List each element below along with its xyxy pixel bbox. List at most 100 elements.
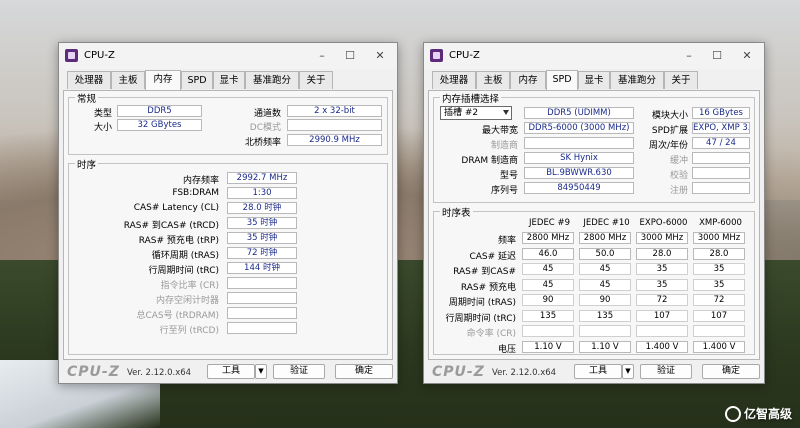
close-icon[interactable]: ✕ — [732, 48, 762, 64]
table-cell: 1.10 V — [522, 340, 574, 353]
cpuz-logo: CPU-Z — [432, 364, 485, 380]
table-cell: 28.0 — [693, 247, 745, 260]
timing-value: 144 时钟 — [227, 262, 297, 274]
manufacturer-value — [524, 137, 634, 149]
table-cell: 90 — [579, 294, 631, 306]
table-cell — [579, 325, 631, 337]
table-cell: 35 — [693, 278, 745, 291]
timing-table-group: 时序表 JEDEC #9 JEDEC #10 EXPO-6000 XMP-6000 频率… — [433, 205, 755, 355]
tools-button[interactable]: 工具 — [574, 364, 622, 379]
title-bar[interactable]: CPU-Z – ☐ ✕ — [424, 43, 764, 69]
slot-legend: 内存插槽选择 — [440, 91, 502, 105]
ok-button[interactable]: 确定 — [335, 364, 393, 379]
buffer-label: 缓冲 — [669, 156, 688, 166]
maximize-icon[interactable]: ☐ — [702, 48, 732, 64]
timing-label: RAS# 预充电 (tRP) — [138, 236, 219, 246]
tab-3[interactable]: SPD — [181, 71, 213, 89]
tab-1[interactable]: 主板 — [111, 71, 145, 89]
tab-5[interactable]: 基准跑分 — [610, 71, 664, 89]
timing-label: 行至列 (tRCD) — [159, 326, 219, 336]
tab-2[interactable]: 内存 — [145, 70, 181, 90]
tab-0[interactable]: 处理器 — [432, 71, 476, 89]
checksum-value — [692, 167, 750, 179]
table-cell: 2800 MHz — [579, 232, 631, 244]
table-cell: 45 — [579, 278, 631, 291]
footer: CPU-Z Ver. 2.12.0.x64 工具 ▼ 验证 确定 — [59, 361, 397, 383]
dram-mfr-value: SK Hynix — [524, 152, 634, 164]
tab-6[interactable]: 关于 — [299, 71, 333, 89]
timing-value — [227, 292, 297, 304]
slot-group: 内存插槽选择 插槽 #2 DDR5 (UDIMM) 模块大小 16 GBytes… — [433, 91, 755, 203]
table-row-label: 命令率 (CR) — [466, 329, 516, 339]
version-text: Ver. 2.12.0.x64 — [492, 368, 557, 378]
table-cell — [522, 325, 574, 337]
bandwidth-label: 最大带宽 — [481, 126, 518, 136]
table-header: XMP-6000 — [699, 218, 742, 228]
size-label: 大小 — [93, 123, 112, 133]
tab-4[interactable]: 显卡 — [578, 71, 610, 89]
tab-4[interactable]: 显卡 — [213, 71, 245, 89]
watermark-text: 亿智高级 — [743, 406, 792, 421]
chevron-down-icon — [503, 110, 509, 115]
timing-value: 35 时钟 — [227, 232, 297, 244]
week-year-value: 47 / 24 — [692, 137, 750, 149]
part-number-label: 型号 — [499, 171, 518, 181]
timing-label: 内存频率 — [182, 176, 219, 186]
table-cell: 2800 MHz — [522, 232, 574, 244]
dc-mode-label: DC模式 — [249, 123, 281, 133]
timing-value: 1:30 — [227, 187, 297, 199]
timing-value — [227, 307, 297, 319]
table-cell: 45 — [522, 263, 574, 275]
tab-2[interactable]: 内存 — [510, 71, 546, 89]
timing-label: FSB:DRAM — [172, 188, 219, 198]
minimize-icon[interactable]: – — [307, 48, 337, 64]
timing-label: CAS# Latency (CL) — [133, 203, 219, 213]
tools-button[interactable]: 工具 — [207, 364, 255, 379]
validate-button[interactable]: 验证 — [273, 364, 325, 379]
tab-5[interactable]: 基准跑分 — [245, 71, 299, 89]
table-cell: 107 — [636, 309, 688, 322]
version-text: Ver. 2.12.0.x64 — [127, 368, 192, 378]
watermark-logo-icon — [724, 406, 741, 422]
tab-1[interactable]: 主板 — [476, 71, 510, 89]
ok-button[interactable]: 确定 — [702, 364, 760, 379]
table-cell: 3000 MHz — [693, 232, 745, 244]
timing-label: 行周期时间 (tRC) — [148, 266, 219, 276]
channels-value: 2 x 32-bit — [287, 105, 382, 117]
tools-dropdown-icon[interactable]: ▼ — [622, 364, 634, 379]
cpuz-app-icon — [430, 49, 443, 62]
tab-0[interactable]: 处理器 — [67, 71, 111, 89]
table-cell: 3000 MHz — [636, 232, 688, 244]
table-cell: 1.400 V — [693, 340, 745, 353]
timing-table-legend: 时序表 — [440, 205, 473, 219]
timing-value: 2992.7 MHz — [227, 172, 297, 184]
spd-panel: 内存插槽选择 插槽 #2 DDR5 (UDIMM) 模块大小 16 GBytes… — [428, 90, 760, 360]
slot-select[interactable]: 插槽 #2 — [440, 106, 512, 120]
timing-label: 内存空闲计时器 — [155, 296, 219, 306]
serial-value: 84950449 — [524, 182, 634, 194]
tools-dropdown-icon[interactable]: ▼ — [255, 364, 267, 379]
close-icon[interactable]: ✕ — [365, 48, 395, 64]
cpuz-window-memory: CPU-Z – ☐ ✕ 处理器 主板 内存 SPD 显卡 基准跑分 关于 常规 类型 DDR… — [58, 42, 398, 384]
table-cell: 90 — [522, 294, 574, 306]
spd-ext-label: SPD扩展 — [651, 126, 688, 136]
tab-6[interactable]: 关于 — [664, 71, 698, 89]
size-value: 32 GBytes — [117, 119, 202, 131]
table-row-label: RAS# 到CAS# — [453, 267, 516, 277]
table-cell: 72 — [636, 294, 688, 306]
table-cell: 35 — [693, 263, 745, 275]
timing-label: 总CAS号 (tRDRAM) — [136, 311, 219, 321]
general-group: 常规 类型 DDR5 大小 32 GBytes 通道数 2 x 32-bit D… — [68, 91, 388, 155]
maximize-icon[interactable]: ☐ — [335, 48, 365, 64]
tab-3[interactable]: SPD — [546, 70, 578, 90]
minimize-icon[interactable]: – — [674, 48, 704, 64]
timing-value: 28.0 时钟 — [227, 202, 297, 214]
validate-button[interactable]: 验证 — [640, 364, 692, 379]
table-cell: 50.0 — [579, 247, 631, 260]
table-row-label: CAS# 延迟 — [469, 251, 516, 262]
table-header: JEDEC #10 — [583, 218, 630, 228]
table-row-label: 电压 — [497, 344, 516, 355]
title-bar[interactable]: CPU-Z – ☐ ✕ — [59, 43, 397, 69]
cpuz-logo: CPU-Z — [67, 364, 120, 380]
type-value: DDR5 — [117, 105, 202, 117]
